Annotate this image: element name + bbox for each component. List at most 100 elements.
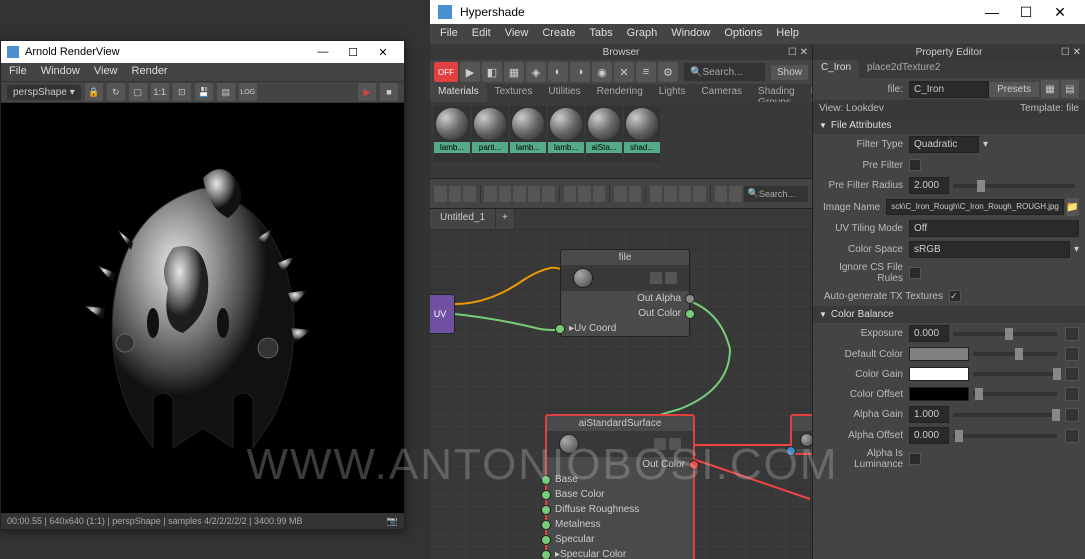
menu-graph[interactable]: Graph — [627, 27, 658, 41]
node-expand-icon[interactable] — [665, 272, 677, 284]
ignore-cs-checkbox[interactable] — [909, 267, 921, 279]
rearrange-icon[interactable]: ≡ — [636, 62, 656, 82]
graph-tool-icon[interactable] — [729, 186, 742, 202]
graph-icon[interactable]: ◈ — [526, 62, 546, 82]
hypershade-titlebar[interactable]: Hypershade — ☐ ✕ — [430, 0, 1085, 24]
graph-tool-icon[interactable] — [664, 186, 677, 202]
material-swatch[interactable]: aiSta... — [586, 106, 622, 162]
node-graph-canvas[interactable]: UV file Out Alpha O — [430, 229, 812, 559]
maximize-button[interactable]: ☐ — [338, 46, 368, 59]
tab-textures[interactable]: Textures — [487, 84, 541, 102]
map-button[interactable] — [1065, 408, 1079, 422]
color-offset-slider[interactable] — [973, 392, 1057, 396]
lock-icon[interactable]: 🔒 — [85, 83, 103, 101]
graph-tool-icon[interactable] — [578, 186, 591, 202]
minimize-button[interactable]: — — [308, 46, 338, 58]
output-icon[interactable]: ◑ — [570, 62, 590, 82]
save-icon[interactable]: 💾 — [195, 83, 213, 101]
maximize-button[interactable]: ☐ — [1009, 4, 1043, 21]
graph-tool-icon[interactable] — [484, 186, 497, 202]
graph-tool-icon[interactable] — [693, 186, 706, 202]
show-hide-icon[interactable]: ▦ — [1041, 80, 1059, 98]
graph-tool-icon[interactable] — [564, 186, 577, 202]
clear-icon[interactable]: ✕ — [614, 62, 634, 82]
container-icon[interactable]: ▦ — [504, 62, 524, 82]
crop-icon[interactable]: ▢ — [129, 83, 147, 101]
tab-cameras[interactable]: Cameras — [693, 84, 750, 102]
browser-search-input[interactable]: 🔍 Search... — [684, 63, 765, 81]
tab-place2dtexture[interactable]: place2dTexture2 — [859, 60, 948, 78]
graph-tool-icon[interactable] — [629, 186, 642, 202]
menu-create[interactable]: Create — [542, 27, 575, 41]
panel-close-icon[interactable]: ☐ ✕ — [788, 47, 808, 58]
ipr-toggle[interactable]: OFF — [434, 62, 458, 82]
minimize-button[interactable]: — — [975, 4, 1009, 20]
graph-tool-icon[interactable] — [463, 186, 476, 202]
tab-shading-groups[interactable]: Shading Groups — [750, 84, 803, 102]
color-offset-swatch[interactable] — [909, 387, 969, 401]
graph-tool-icon[interactable] — [434, 186, 447, 202]
section-file-attributes[interactable]: ▼File Attributes — [813, 117, 1085, 134]
file-node[interactable]: file Out Alpha Out Color ▸ Uv Coord — [560, 249, 690, 337]
stop-icon[interactable]: ■ — [380, 83, 398, 101]
play-icon[interactable]: ▶ — [358, 83, 376, 101]
map-button[interactable] — [1065, 367, 1079, 381]
show-button[interactable]: Show — [771, 65, 808, 80]
color-gain-swatch[interactable] — [909, 367, 969, 381]
map-button[interactable] — [1065, 387, 1079, 401]
graph-tool-icon[interactable] — [499, 186, 512, 202]
camera-dropdown[interactable]: perspShape ▾ — [7, 85, 81, 100]
history-icon[interactable]: ▤ — [217, 83, 235, 101]
menu-window[interactable]: Window — [41, 65, 80, 79]
node-s-icon[interactable] — [650, 272, 662, 284]
material-swatch[interactable]: lamb... — [548, 106, 584, 162]
map-button[interactable] — [1065, 347, 1079, 361]
tab-rendering[interactable]: Rendering — [589, 84, 651, 102]
auto-tx-checkbox[interactable] — [949, 290, 961, 302]
input-icon[interactable]: ◐ — [548, 62, 568, 82]
pre-filter-radius-input[interactable]: 2.000 — [909, 177, 949, 194]
render-viewport[interactable] — [1, 103, 404, 513]
graph-tool-icon[interactable] — [593, 186, 606, 202]
menu-render[interactable]: Render — [132, 65, 168, 79]
menu-options[interactable]: Options — [724, 27, 762, 41]
pre-filter-radius-slider[interactable] — [953, 184, 1075, 188]
alpha-offset-input[interactable]: 0.000 — [909, 427, 949, 444]
material-swatch[interactable]: lamb... — [510, 106, 546, 162]
uv-tiling-dropdown[interactable]: Off — [909, 220, 1079, 237]
graph-search-input[interactable]: 🔍 Search... — [744, 186, 808, 202]
uv-node[interactable]: UV — [430, 294, 455, 334]
alpha-gain-slider[interactable] — [953, 413, 1057, 417]
close-button[interactable]: ✕ — [1043, 4, 1077, 21]
alpha-gain-input[interactable]: 1.000 — [909, 406, 949, 423]
refresh-icon[interactable]: ↻ — [107, 83, 125, 101]
node-expand-icon[interactable] — [669, 438, 681, 450]
io-icon[interactable]: ◉ — [592, 62, 612, 82]
material-swatch[interactable]: parti... — [472, 106, 508, 162]
color-space-dropdown[interactable]: sRGB — [909, 241, 1070, 258]
exposure-slider[interactable] — [953, 332, 1057, 336]
default-color-slider[interactable] — [973, 352, 1057, 356]
folder-icon[interactable]: 📁 — [1066, 198, 1079, 216]
menu-help[interactable]: Help — [776, 27, 799, 41]
arnold-titlebar[interactable]: Arnold RenderView — ☐ ✕ — [1, 41, 404, 63]
graph-tool-icon[interactable] — [715, 186, 728, 202]
close-button[interactable]: ✕ — [368, 46, 398, 59]
add-tab-button[interactable]: + — [496, 209, 515, 229]
ratio-label[interactable]: 1:1 — [151, 83, 169, 101]
color-gain-slider[interactable] — [973, 372, 1057, 376]
pin-icon[interactable]: ▤ — [1061, 80, 1079, 98]
file-name-input[interactable]: C_Iron — [909, 81, 989, 98]
node-s-icon[interactable] — [654, 438, 666, 450]
menu-edit[interactable]: Edit — [472, 27, 491, 41]
overlay-icon[interactable]: ⊡ — [173, 83, 191, 101]
material-swatch[interactable]: lamb... — [434, 106, 470, 162]
log-icon[interactable]: LOG — [239, 83, 257, 101]
assign-icon[interactable]: ◧ — [482, 62, 502, 82]
graph-tab[interactable]: Untitled_1 — [430, 209, 496, 229]
presets-button[interactable]: Presets — [989, 82, 1039, 97]
tab-materials[interactable]: Materials — [430, 84, 487, 102]
pre-filter-checkbox[interactable] — [909, 159, 921, 171]
section-color-balance[interactable]: ▼Color Balance — [813, 306, 1085, 323]
graph-tool-icon[interactable] — [449, 186, 462, 202]
